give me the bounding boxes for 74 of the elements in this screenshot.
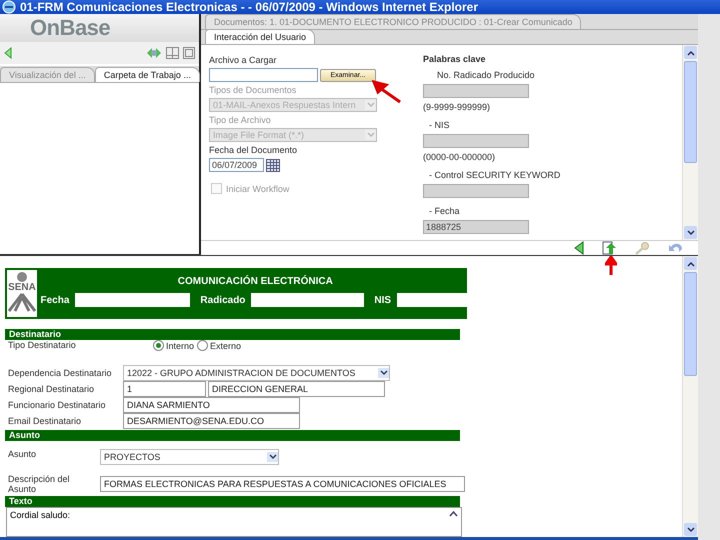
field-label: Radicado	[200, 294, 246, 306]
key-icon[interactable]	[634, 241, 650, 255]
radio-button[interactable]	[197, 340, 208, 351]
radio-label: Interno	[166, 340, 194, 350]
text-field[interactable]	[75, 293, 190, 307]
select-field[interactable]: PROYECTOS	[100, 449, 279, 465]
text-field[interactable]: 1	[123, 381, 206, 397]
window-icon[interactable]	[183, 47, 195, 59]
scroll-up-icon[interactable]	[686, 260, 694, 266]
calendar-icon[interactable]	[266, 158, 280, 172]
text-field[interactable]	[423, 184, 529, 198]
field-label: Tipo de Archivo	[209, 115, 272, 125]
browser-icon	[2, 0, 16, 14]
field-label: NIS	[374, 294, 392, 306]
scroll-up-icon[interactable]	[449, 510, 458, 518]
date-field[interactable]: 06/07/2009	[209, 158, 264, 172]
field-label: Asunto	[8, 449, 38, 459]
field-label: Regional Destinatario	[8, 384, 96, 394]
text-area[interactable]: Cordial saludo:	[6, 507, 462, 537]
scroll-down-icon[interactable]	[686, 526, 694, 532]
text-field[interactable]: DIRECCION GENERAL	[208, 381, 385, 397]
field-label: Dependencia Destinatario	[8, 368, 113, 378]
format-hint: (9-9999-999999)	[423, 102, 492, 112]
tab[interactable]: Interacción del Usuario	[205, 29, 316, 44]
field-label: - Fecha	[428, 206, 461, 216]
columns-icon[interactable]	[166, 47, 179, 59]
text-field[interactable]: 1888725	[423, 220, 529, 234]
scrollbar[interactable]	[682, 45, 698, 240]
import-icon[interactable]	[602, 241, 616, 255]
field-label: Descripción del Asunto	[8, 474, 71, 494]
sync-arrows-icon[interactable]	[146, 47, 162, 59]
scroll-up-icon[interactable]	[686, 50, 694, 56]
section-header: Asunto	[5, 430, 460, 441]
field-label: Funcionario Destinatario	[8, 400, 107, 410]
field-label: Email Destinatario	[8, 416, 82, 426]
format-hint: (0000-00-000000)	[423, 152, 496, 162]
section-title: Palabras clave	[423, 54, 487, 64]
field-label: Fecha del Documento	[209, 145, 298, 155]
checkbox-label: Iniciar Workflow	[226, 184, 290, 194]
text-field[interactable]	[251, 293, 364, 307]
field-label: - NIS	[428, 120, 451, 130]
scrollbar[interactable]	[682, 256, 698, 537]
field-label: Tipos de Documentos	[209, 85, 298, 95]
text-field[interactable]: FORMAS ELECTRONICAS PARA RESPUESTAS A COMUNICACIONES OFICIALES	[100, 476, 465, 492]
undo-icon[interactable]	[668, 241, 684, 255]
caret-icon	[366, 102, 374, 108]
logo: SENA	[7, 270, 37, 317]
caret-icon	[380, 370, 388, 376]
annotation-arrow	[605, 256, 617, 276]
caret-icon	[268, 454, 276, 460]
scroll-down-icon[interactable]	[686, 230, 694, 236]
window-title: 01-FRM Comunicaciones Electronicas - - 06/07/2009 - Windows Internet Explorer	[20, 0, 478, 14]
text-field[interactable]	[423, 134, 529, 148]
caret-icon	[366, 132, 374, 138]
section-header: Destinatario	[5, 329, 460, 340]
back-arrow-icon[interactable]	[4, 47, 12, 59]
select-field[interactable]: 12022 - GRUPO ADMINISTRACION DE DOCUMENTOS	[123, 364, 390, 380]
field-label: Archivo a Cargar	[209, 55, 278, 65]
file-field[interactable]	[209, 68, 318, 82]
radio-label: Externo	[210, 340, 242, 350]
back-arrow-icon[interactable]	[574, 241, 584, 255]
field-label: Tipo Destinatario	[8, 340, 77, 350]
text-field[interactable]: DIANA SARMIENTO	[123, 397, 300, 413]
field-label: No. Radicado Producido	[436, 70, 536, 80]
section-header: Texto	[5, 496, 460, 507]
text-field[interactable]	[423, 84, 529, 98]
annotation-arrow	[372, 80, 402, 104]
radio-button[interactable]	[153, 340, 164, 351]
field-label: - Control SECURITY KEYWORD	[428, 170, 562, 180]
logo: OnBase	[30, 15, 110, 41]
field-label: Fecha	[40, 294, 70, 306]
text-field[interactable]: DESARMIENTO@SENA.EDU.CO	[123, 413, 300, 429]
tab[interactable]: Carpeta de Trabajo ...	[94, 67, 200, 82]
form-title: COMUNICACIÓN ELECTRÓNICA	[178, 276, 333, 287]
